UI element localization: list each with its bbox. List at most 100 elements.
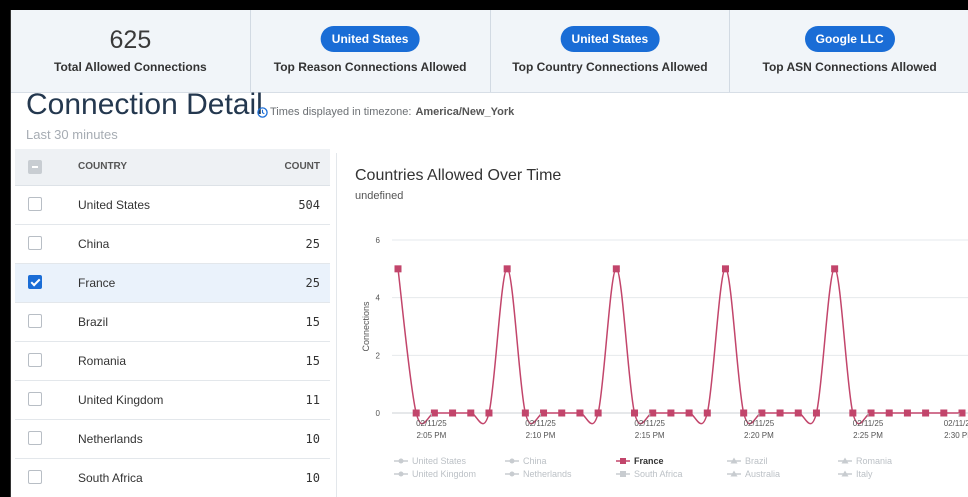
legend-item-label[interactable]: Brazil — [745, 456, 768, 466]
y-tick-label: 2 — [376, 351, 381, 360]
country-cell: France — [78, 276, 116, 290]
legend-item-label[interactable]: United States — [412, 456, 467, 466]
country-cell: Brazil — [78, 315, 109, 329]
timezone-prefix: Times displayed in timezone: — [270, 106, 412, 118]
stat-total-allowed: 625 Total Allowed Connections — [11, 10, 251, 92]
country-cell: United Kingdom — [78, 393, 164, 407]
row-checkbox[interactable] — [28, 314, 42, 328]
column-header-count[interactable]: COUNT — [284, 161, 320, 172]
column-header-country[interactable]: COUNTRY — [78, 161, 127, 172]
x-tick-label: 02/11/25 — [416, 419, 447, 428]
table-row[interactable]: United Kingdom 11 — [15, 381, 330, 420]
row-checkbox[interactable] — [28, 275, 42, 289]
data-point — [685, 409, 693, 417]
count-cell: 15 — [305, 315, 320, 329]
legend-marker — [509, 471, 515, 477]
legend-marker — [398, 458, 404, 464]
data-point — [958, 409, 966, 417]
table-row[interactable]: China 25 — [15, 225, 330, 264]
table-row[interactable]: Brazil 15 — [15, 303, 330, 342]
x-tick-label: 2:15 PM — [635, 431, 665, 440]
y-tick-label: 0 — [376, 409, 381, 418]
data-point — [867, 409, 875, 417]
row-checkbox[interactable] — [28, 236, 42, 250]
data-point — [540, 409, 548, 417]
data-point — [467, 409, 475, 417]
data-point — [430, 409, 438, 417]
page-title: Connection Detail — [26, 88, 263, 121]
count-cell: 504 — [298, 198, 320, 212]
legend-marker — [620, 458, 626, 464]
stat-top-country: United States Top Country Connections Al… — [491, 10, 731, 92]
stat-top-reason-label: Top Reason Connections Allowed — [273, 60, 467, 74]
stat-top-country-label: Top Country Connections Allowed — [512, 60, 708, 74]
data-point — [412, 409, 420, 417]
row-checkbox[interactable] — [28, 431, 42, 445]
x-tick-label: 2:25 PM — [853, 431, 883, 440]
country-cell: United States — [78, 198, 151, 212]
line-chart: 0 2 4 6 Connections 02/11/25 2:05 PM 02/11/25 2:… — [361, 236, 968, 479]
count-cell: 25 — [305, 237, 320, 251]
data-point — [521, 409, 529, 417]
data-point — [485, 409, 493, 417]
time-range: Last 30 minutes — [26, 127, 118, 142]
data-point — [558, 409, 566, 417]
top-reason-pill[interactable]: United States — [320, 26, 420, 52]
summary-stats-bar: 625 Total Allowed Connections United Sta… — [11, 10, 968, 93]
data-point — [885, 409, 893, 417]
legend-item-label[interactable]: South Africa — [634, 469, 683, 479]
row-checkbox[interactable] — [28, 470, 42, 484]
stat-top-asn-label: Top ASN Connections Allowed — [762, 60, 937, 74]
country-cell: South Africa — [78, 471, 143, 485]
timezone-note: Times displayed in timezone: America/New… — [257, 106, 514, 118]
legend-marker — [509, 458, 515, 464]
data-point — [940, 409, 948, 417]
legend-item-label[interactable]: Netherlands — [523, 469, 572, 479]
legend-item-label[interactable]: Romania — [856, 456, 892, 466]
x-tick-label: 2:30 PM — [944, 431, 968, 440]
legend-marker — [620, 471, 626, 477]
table-row[interactable]: United States 504 — [15, 186, 330, 225]
data-point — [903, 409, 911, 417]
country-cell: Romania — [78, 354, 127, 368]
x-tick-label: 02/11/25 — [525, 419, 556, 428]
row-checkbox[interactable] — [28, 392, 42, 406]
row-checkbox[interactable] — [28, 353, 42, 367]
legend-item-label[interactable]: Australia — [745, 469, 780, 479]
legend-item-label[interactable]: Italy — [856, 469, 873, 479]
legend-item-label[interactable]: France — [634, 456, 664, 466]
legend-item-label[interactable]: China — [523, 456, 547, 466]
table-row[interactable]: Romania 15 — [15, 342, 330, 381]
legend-item-label[interactable]: United Kingdom — [412, 469, 476, 479]
select-all-checkbox[interactable] — [28, 160, 42, 174]
data-point — [831, 265, 839, 273]
x-tick-label: 2:20 PM — [744, 431, 774, 440]
data-point — [631, 409, 639, 417]
top-asn-pill[interactable]: Google LLC — [804, 26, 895, 52]
data-point — [849, 409, 857, 417]
row-checkbox[interactable] — [28, 197, 42, 211]
data-point — [449, 409, 457, 417]
connection-detail-page: 625 Total Allowed Connections United Sta… — [10, 10, 968, 497]
table-row[interactable]: France 25 — [15, 264, 330, 303]
data-point — [667, 409, 675, 417]
x-tick-label: 02/11/25 — [944, 419, 968, 428]
stat-total-label: Total Allowed Connections — [54, 60, 207, 74]
table-row[interactable]: South Africa 10 — [15, 459, 330, 497]
data-point — [594, 409, 602, 417]
clock-icon — [257, 106, 268, 118]
x-tick-label: 2:05 PM — [416, 431, 446, 440]
data-point — [812, 409, 820, 417]
country-table: COUNTRY COUNT United States 504 China 25 Fra… — [15, 149, 330, 497]
data-point — [394, 265, 402, 273]
x-tick-label: 02/11/25 — [744, 419, 775, 428]
data-point — [758, 409, 766, 417]
y-axis-label: Connections — [361, 301, 371, 352]
x-tick-label: 02/11/25 — [853, 419, 884, 428]
data-point — [576, 409, 584, 417]
data-point — [776, 409, 784, 417]
table-row[interactable]: Netherlands 10 — [15, 420, 330, 459]
x-tick-label: 2:10 PM — [526, 431, 556, 440]
top-country-pill[interactable]: United States — [560, 26, 660, 52]
data-point — [922, 409, 930, 417]
